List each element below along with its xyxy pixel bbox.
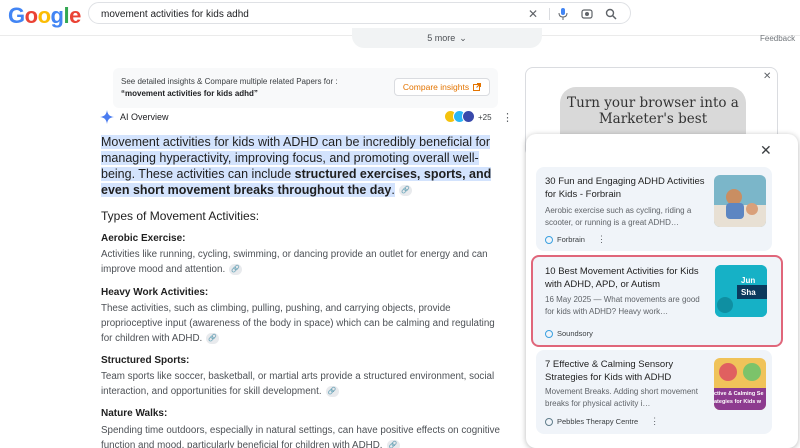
forbrain-favicon-icon <box>545 235 553 244</box>
source-thumbnail: ctive & Calming Se ategies for Kids w <box>714 358 766 410</box>
section-body: These activities, such as climbing, pull… <box>101 303 495 344</box>
source-snippet: Aerobic exercise such as cycling, riding… <box>545 206 692 227</box>
insights-line1: See detailed insights & Compare multiple… <box>121 77 338 86</box>
insights-query: “movement activities for kids adhd” <box>121 89 258 98</box>
search-icon[interactable] <box>603 6 619 22</box>
source-snippet: 16 May 2025 — What movements are good fo… <box>545 295 700 316</box>
source-thumbnail <box>714 175 766 227</box>
compare-insights-button[interactable]: Compare insights <box>394 78 490 96</box>
section-text: These activities, such as climbing, pull… <box>101 301 501 346</box>
source-title[interactable]: 7 Effective & Calming Sensory Strategies… <box>545 358 711 384</box>
divider <box>549 8 550 20</box>
feedback-link[interactable]: Feedback <box>760 34 795 43</box>
link-icon[interactable]: 🔗 <box>229 263 243 275</box>
more-options-icon[interactable]: ⋮ <box>502 111 513 124</box>
insights-banner: See detailed insights & Compare multiple… <box>113 68 498 108</box>
close-icon[interactable]: ✕ <box>763 71 771 82</box>
source-meta: Soundsory <box>545 329 593 338</box>
source-name: Forbrain <box>557 235 585 244</box>
section-title: Aerobic Exercise: <box>101 233 186 244</box>
logo-letter: G <box>8 3 25 28</box>
section-body: Activities like running, cycling, swimmi… <box>101 249 488 275</box>
pebbles-favicon-icon <box>545 417 553 426</box>
source-meta: Forbrain ⋮ <box>545 234 606 245</box>
section-title: Structured Sports: <box>101 355 190 366</box>
search-input[interactable] <box>101 6 501 22</box>
thumbnail-text: ctive & Calming Se ategies for Kids w <box>714 391 764 405</box>
logo-letter: o <box>37 3 51 28</box>
source-meta: Pebbles Therapy Centre ⋮ <box>545 416 659 427</box>
source-title[interactable]: 10 Best Movement Activities for Kids wit… <box>545 265 711 291</box>
source-snippet: Movement Breaks. Adding short movement b… <box>545 387 698 408</box>
more-button[interactable]: 5 more ⌄ <box>352 28 542 48</box>
ai-overview-body: Movement activities for kids with ADHD c… <box>101 134 499 198</box>
more-options-icon[interactable]: ⋮ <box>597 234 606 245</box>
close-icon[interactable]: ✕ <box>760 142 772 159</box>
source-name: Pebbles Therapy Centre <box>557 417 639 426</box>
sources-popup: ✕ 30 Fun and Engaging ADHD Activities fo… <box>526 134 798 448</box>
types-heading: Types of Movement Activities: <box>101 209 260 223</box>
logo-letter: g <box>50 3 64 28</box>
section-text: Activities like running, cycling, swimmi… <box>101 247 501 277</box>
source-thumbnail: Jun Sha <box>715 265 767 317</box>
ai-overview-label: AI Overview <box>120 112 169 122</box>
google-logo[interactable]: Google <box>8 3 81 29</box>
source-favicon <box>462 110 475 123</box>
source-card-selected[interactable]: 10 Best Movement Activities for Kids wit… <box>531 255 783 347</box>
section-body: Team sports like soccer, basketball, or … <box>101 371 495 397</box>
thumbnail-text: Jun Sha <box>741 276 756 297</box>
section-text: Spending time outdoors, especially in na… <box>101 423 501 448</box>
source-count[interactable]: +25 <box>478 113 492 122</box>
link-icon[interactable]: 🔗 <box>386 439 400 448</box>
link-icon[interactable]: 🔗 <box>206 332 220 344</box>
section-body: Spending time outdoors, especially in na… <box>101 425 501 448</box>
link-icon[interactable]: 🔗 <box>398 185 412 197</box>
sparkle-icon <box>100 110 114 124</box>
source-card[interactable]: 7 Effective & Calming Sensory Strategies… <box>536 350 772 434</box>
source-title[interactable]: 30 Fun and Engaging ADHD Activities for … <box>545 175 711 201</box>
section-title: Heavy Work Activities: <box>101 287 209 298</box>
compare-insights-label: Compare insights <box>402 82 470 92</box>
logo-letter: o <box>24 3 38 28</box>
source-name: Soundsory <box>557 329 593 338</box>
logo-letter: e <box>69 3 81 28</box>
chevron-down-icon: ⌄ <box>459 32 467 43</box>
microphone-icon[interactable] <box>555 6 571 22</box>
lead-end: . <box>391 183 395 197</box>
soundsory-favicon-icon <box>545 329 553 338</box>
camera-lens-icon[interactable] <box>579 6 595 22</box>
external-link-icon <box>473 83 482 91</box>
link-icon[interactable]: 🔗 <box>325 385 339 397</box>
section-text: Team sports like soccer, basketball, or … <box>101 369 501 399</box>
lead-paragraph: Movement activities for kids with ADHD c… <box>101 134 499 198</box>
search-box: ✕ <box>88 2 631 24</box>
clear-icon[interactable]: ✕ <box>525 6 541 22</box>
source-card[interactable]: 30 Fun and Engaging ADHD Activities for … <box>536 167 772 251</box>
insights-text: See detailed insights & Compare multiple… <box>121 76 338 100</box>
more-options-icon[interactable]: ⋮ <box>650 416 659 427</box>
ai-overview-header: AI Overview +25 ⋮ <box>100 110 513 126</box>
section-title: Nature Walks: <box>101 408 168 419</box>
more-label: 5 more <box>427 33 456 43</box>
source-icons[interactable] <box>444 110 476 124</box>
